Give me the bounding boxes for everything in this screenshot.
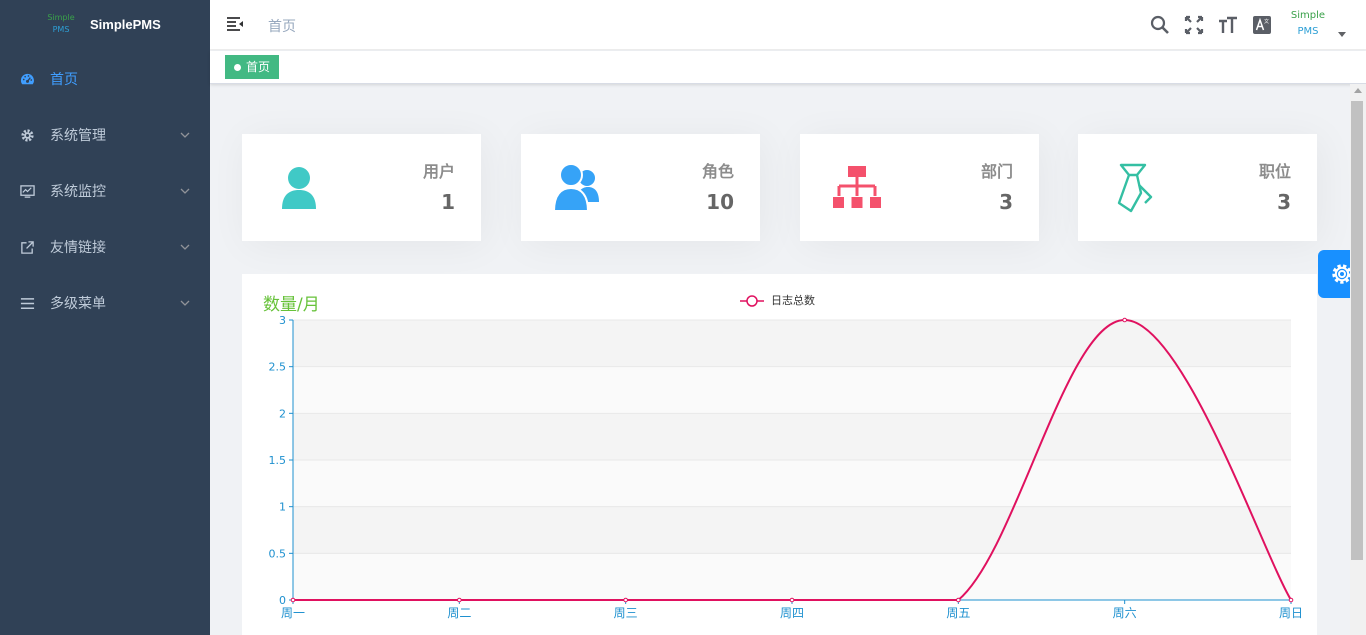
split-area-band <box>293 366 1291 414</box>
sidebar-item-label: 系统监控 <box>50 184 106 200</box>
avatar-line1: Simple <box>1290 10 1326 21</box>
log-line-chart: 数量/月 日志总数00.511.522.53周一 周二 周三 周四 周五 周六 周日 <box>263 293 1303 620</box>
hamburger-menu-icon[interactable] <box>226 15 246 35</box>
x-tick-label: 周四 <box>780 606 804 620</box>
sidebar-menu: 首页 系统管理 系统监控 友情链接 多级菜单 <box>0 51 210 331</box>
split-area-band <box>293 460 1291 507</box>
gear-icon <box>20 128 35 143</box>
x-tick-label: 周日 <box>1279 606 1303 620</box>
card-value: 10 <box>706 190 734 214</box>
sidebar-item-multi-level-menu[interactable]: 多级菜单 <box>0 275 210 331</box>
sidebar-item-system-monitor[interactable]: 系统监控 <box>0 163 210 219</box>
font-size-icon[interactable] <box>1218 15 1238 35</box>
card-users[interactable]: 用户 1 <box>242 134 481 241</box>
card-value: 3 <box>999 190 1013 214</box>
language-icon[interactable]: 文 <box>1252 15 1272 35</box>
search-icon[interactable] <box>1150 15 1170 35</box>
sidebar: Simple PMS SimplePMS 首页 系统管理 系统监控 友情链接 多… <box>0 0 210 635</box>
x-tick-label: 周六 <box>1113 606 1137 620</box>
x-tick-label: 周五 <box>946 606 970 620</box>
card-label: 部门 <box>980 162 1013 181</box>
y-tick-label: 2.5 <box>269 361 287 374</box>
split-area-band <box>293 320 1291 367</box>
y-tick-label: 1.5 <box>269 454 287 467</box>
x-tick-label: 周三 <box>614 606 638 620</box>
chevron-down-icon <box>180 127 190 143</box>
tag-home[interactable]: 首页 <box>225 55 280 79</box>
caret-down-icon[interactable] <box>1338 32 1346 37</box>
logo-mark: Simple PMS <box>44 12 78 36</box>
chart-panel: 数量/月 日志总数 0 0.5 1 1.5 2 2.5 3 周一 周二 周三 周四 周五 周六 周日 <box>242 274 1317 635</box>
svg-text:文: 文 <box>1264 18 1269 25</box>
card-label: 职位 <box>1258 162 1291 181</box>
chevron-down-icon <box>180 239 190 255</box>
split-area-band <box>293 506 1291 554</box>
logo-mark-line1: Simple <box>47 13 75 22</box>
tie-icon <box>1110 162 1160 214</box>
monitor-icon <box>20 184 35 199</box>
card-label: 用户 <box>422 162 455 181</box>
card-value: 1 <box>441 190 455 214</box>
legend-marker <box>746 295 758 307</box>
data-point <box>789 597 795 603</box>
sidebar-item-label: 友情链接 <box>50 240 106 256</box>
sidebar-item-label: 系统管理 <box>50 128 106 144</box>
card-positions[interactable]: 职位 3 <box>1078 134 1317 241</box>
data-point <box>623 597 628 603</box>
tags-view: 首页 <box>210 51 1366 84</box>
data-point <box>956 597 961 603</box>
chevron-down-icon <box>180 295 190 311</box>
y-tick-label: 1 <box>279 501 286 514</box>
breadcrumb: 首页 <box>268 19 296 35</box>
users-icon <box>553 162 603 214</box>
data-point <box>1288 597 1294 603</box>
card-roles[interactable]: 角色 10 <box>521 134 760 241</box>
org-tree-icon <box>832 162 882 214</box>
y-tick-label: 2 <box>279 407 286 420</box>
y-tick-label: 3 <box>279 314 286 327</box>
sidebar-item-system-management[interactable]: 系统管理 <box>0 107 210 163</box>
split-area-band <box>293 553 1291 600</box>
y-tick-label: 0.5 <box>269 547 287 560</box>
tag-label: 首页 <box>246 60 271 74</box>
scroll-thumb[interactable] <box>1351 101 1363 560</box>
sidebar-item-label: 首页 <box>50 72 78 88</box>
scroll-up-arrow-icon[interactable] <box>1354 88 1362 93</box>
chart-title: 数量/月 <box>263 295 320 315</box>
card-departments[interactable]: 部门 3 <box>800 134 1039 241</box>
tag-active-dot <box>234 64 241 71</box>
navbar: 首页 文 Simple PMS <box>210 0 1366 50</box>
split-area-band <box>293 413 1291 460</box>
sidebar-item-friend-links[interactable]: 友情链接 <box>0 219 210 275</box>
logo-title: SimplePMS <box>90 17 161 32</box>
data-point <box>290 597 296 603</box>
x-tick-label: 周一 <box>281 606 305 620</box>
data-point <box>1122 317 1127 323</box>
chevron-down-icon <box>180 183 190 199</box>
logo-mark-line2: PMS <box>52 25 70 34</box>
sidebar-item-label: 多级菜单 <box>50 296 106 312</box>
sidebar-item-home[interactable]: 首页 <box>0 51 210 107</box>
external-link-icon <box>20 240 35 255</box>
logo[interactable]: Simple PMS SimplePMS <box>0 0 210 50</box>
dashboard-icon <box>20 72 35 87</box>
card-label: 角色 <box>701 162 734 181</box>
list-icon <box>20 296 35 311</box>
avatar[interactable]: Simple PMS <box>1288 8 1328 40</box>
user-icon <box>274 162 324 214</box>
legend-label: 日志总数 <box>771 293 815 307</box>
avatar-line2: PMS <box>1297 26 1319 37</box>
page-scrollbar[interactable] <box>1350 84 1366 635</box>
x-tick-label: 周二 <box>447 606 471 620</box>
card-value: 3 <box>1277 190 1291 214</box>
fullscreen-icon[interactable] <box>1184 15 1204 35</box>
data-point <box>457 597 462 603</box>
